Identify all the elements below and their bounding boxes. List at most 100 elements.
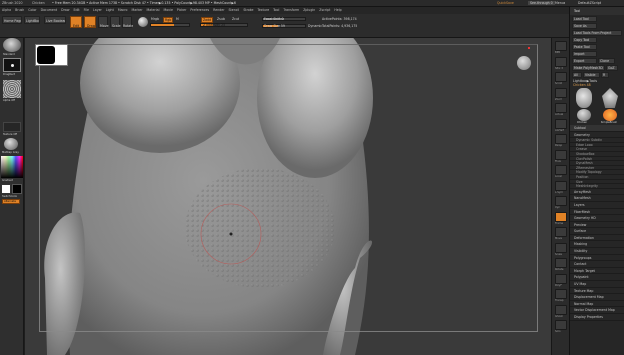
tray-local-icon[interactable]: Local bbox=[555, 165, 567, 178]
menu-marker[interactable]: Marker bbox=[132, 8, 143, 12]
array-mesh-section[interactable]: ArrayMesh bbox=[570, 189, 624, 196]
menu-transform[interactable]: Transform bbox=[283, 8, 299, 12]
chicken-tool-thumbnail[interactable] bbox=[576, 88, 592, 108]
zcut-toggle[interactable]: Zcut bbox=[232, 17, 239, 21]
polymesh-tool-thumbnail[interactable] bbox=[602, 88, 618, 108]
geometry-section[interactable]: Geometry bbox=[570, 132, 624, 139]
menus-button[interactable]: Menus bbox=[555, 1, 565, 5]
all-button[interactable]: All bbox=[572, 72, 582, 78]
menu-help[interactable]: Help bbox=[334, 8, 341, 12]
tray-l-sym-icon[interactable]: L.Sym bbox=[555, 180, 567, 194]
sphere-tool-thumbnail[interactable] bbox=[577, 109, 591, 121]
r-button[interactable]: R bbox=[601, 72, 609, 78]
goz-button[interactable]: GoZ bbox=[606, 65, 618, 71]
rgb-intensity-slider[interactable] bbox=[150, 23, 190, 27]
move-button[interactable]: Move bbox=[98, 16, 109, 28]
menu-layer[interactable]: Layer bbox=[93, 8, 102, 12]
secondary-color-swatch[interactable] bbox=[12, 184, 22, 194]
visibility-section[interactable]: Visibility bbox=[570, 248, 624, 255]
see-through-slider[interactable]: See-through 0 bbox=[528, 1, 555, 5]
menu-texture[interactable]: Texture bbox=[257, 8, 269, 12]
display-properties-section[interactable]: Display Properties bbox=[570, 314, 624, 321]
tray-aahalf-icon[interactable]: AAHalf bbox=[555, 118, 567, 132]
tray-rotate-icon[interactable]: Rotate bbox=[555, 258, 567, 271]
menu-file[interactable]: File bbox=[84, 8, 89, 12]
orientation-gizmo-icon[interactable] bbox=[517, 56, 531, 70]
load-tool-button[interactable]: Load Tool bbox=[572, 16, 597, 22]
mrgb-toggle[interactable]: Mrgb bbox=[151, 17, 159, 21]
tray-persp-icon[interactable]: Persp bbox=[555, 134, 567, 147]
quicksave-button[interactable]: QuickSave bbox=[497, 1, 514, 5]
document-canvas[interactable] bbox=[25, 38, 551, 355]
normal-map-section[interactable]: Normal Map bbox=[570, 301, 624, 308]
live-boolean-button[interactable]: Live Boolean bbox=[44, 16, 66, 24]
menu-preferences[interactable]: Preferences bbox=[190, 8, 209, 12]
save-as-button[interactable]: Save As bbox=[572, 23, 597, 29]
menu-light[interactable]: Light bbox=[106, 8, 114, 12]
navigator-thumbnail[interactable] bbox=[35, 44, 68, 66]
material-icon[interactable] bbox=[4, 138, 18, 150]
simplebrush-tool-thumbnail[interactable] bbox=[603, 109, 617, 121]
edit-button[interactable]: Edit bbox=[70, 16, 82, 28]
menu-document[interactable]: Document bbox=[41, 8, 58, 12]
nanomesh-section[interactable]: NanoMesh bbox=[570, 195, 624, 202]
visible-button[interactable]: Visible bbox=[583, 72, 600, 78]
load-tools-project-button[interactable]: Load Tools From Project bbox=[572, 30, 622, 36]
scale-button[interactable]: Scale bbox=[110, 16, 121, 28]
material-sphere-icon[interactable] bbox=[138, 17, 148, 27]
tray-solo-icon[interactable]: Solo bbox=[555, 320, 567, 333]
m-toggle[interactable]: M bbox=[176, 17, 179, 21]
layers-section[interactable]: Layers bbox=[570, 202, 624, 209]
texture-map-section[interactable]: Texture Map bbox=[570, 288, 624, 295]
morph-target-section[interactable]: Morph Target bbox=[570, 268, 624, 275]
preview-section[interactable]: Preview bbox=[570, 222, 624, 229]
tray-scale-icon[interactable]: Scale bbox=[555, 242, 567, 256]
tray-zoom-icon[interactable]: Zoom bbox=[555, 87, 567, 101]
polygroups-section[interactable]: Polygroups bbox=[570, 255, 624, 262]
menu-render[interactable]: Render bbox=[213, 8, 224, 12]
subtool-section[interactable]: Subtool bbox=[570, 125, 624, 132]
tray-move-icon[interactable]: Move bbox=[555, 227, 567, 240]
menu-material[interactable]: Material bbox=[147, 8, 160, 12]
polypaint-section[interactable]: Polypaint bbox=[570, 274, 624, 282]
zsub-toggle[interactable]: Zsub bbox=[217, 17, 225, 21]
tray-frame-icon[interactable]: Frame bbox=[555, 211, 567, 225]
menu-tool[interactable]: Tool bbox=[273, 8, 279, 12]
displacement-map-section[interactable]: Displacement Map bbox=[570, 294, 624, 301]
standard-brush-icon[interactable] bbox=[3, 38, 21, 52]
tray-xyz-icon[interactable]: Xyz bbox=[555, 196, 567, 209]
uv-map-section[interactable]: UV Map bbox=[570, 281, 624, 288]
draw-button[interactable]: Draw bbox=[84, 16, 96, 28]
tray-floor-icon[interactable]: Floor bbox=[555, 149, 567, 163]
tray-bpr-icon[interactable]: BPR bbox=[555, 41, 567, 54]
paste-tool-button[interactable]: Paste Tool bbox=[572, 44, 597, 50]
color-picker[interactable] bbox=[1, 156, 23, 178]
texture-icon[interactable] bbox=[3, 122, 21, 132]
import-button[interactable]: Import bbox=[572, 51, 597, 57]
vector-displacement-map-section[interactable]: Vector Displacement Map bbox=[570, 307, 624, 314]
rotate-button[interactable]: Rotate bbox=[122, 16, 133, 28]
geometry-hd-section[interactable]: Geometry HD bbox=[570, 215, 624, 222]
home-page-button[interactable]: Home Page bbox=[2, 16, 22, 24]
export-button[interactable]: Export bbox=[572, 58, 597, 64]
menu-macro[interactable]: Macro bbox=[118, 8, 128, 12]
surface-section[interactable]: Surface bbox=[570, 228, 624, 235]
tray-polyf-icon[interactable]: PolyF bbox=[555, 273, 567, 287]
clone-button[interactable]: Clone bbox=[598, 58, 615, 64]
tray-actual-icon[interactable]: Actual bbox=[555, 103, 567, 116]
menu-alpha[interactable]: Alpha bbox=[2, 8, 11, 12]
menu-color[interactable]: Color bbox=[28, 8, 36, 12]
tray-transp-icon[interactable]: Transp bbox=[555, 289, 567, 302]
make-polymesh-button[interactable]: Make PolyMesh3D bbox=[572, 65, 605, 71]
alpha-icon[interactable] bbox=[3, 80, 21, 98]
menu-zscript[interactable]: Zscript bbox=[319, 8, 330, 12]
fibermesh-section[interactable]: FiberMesh bbox=[570, 209, 624, 216]
masking-section[interactable]: Masking bbox=[570, 241, 624, 249]
contact-section[interactable]: Contact bbox=[570, 261, 624, 268]
alternate-button[interactable]: Alternate bbox=[2, 199, 20, 204]
main-color-swatch[interactable] bbox=[1, 184, 11, 194]
stroke-icon[interactable] bbox=[3, 58, 21, 72]
menu-brush[interactable]: Brush bbox=[15, 8, 24, 12]
menu-movie[interactable]: Movie bbox=[163, 8, 172, 12]
menu-zplugin[interactable]: Zplugin bbox=[303, 8, 315, 12]
